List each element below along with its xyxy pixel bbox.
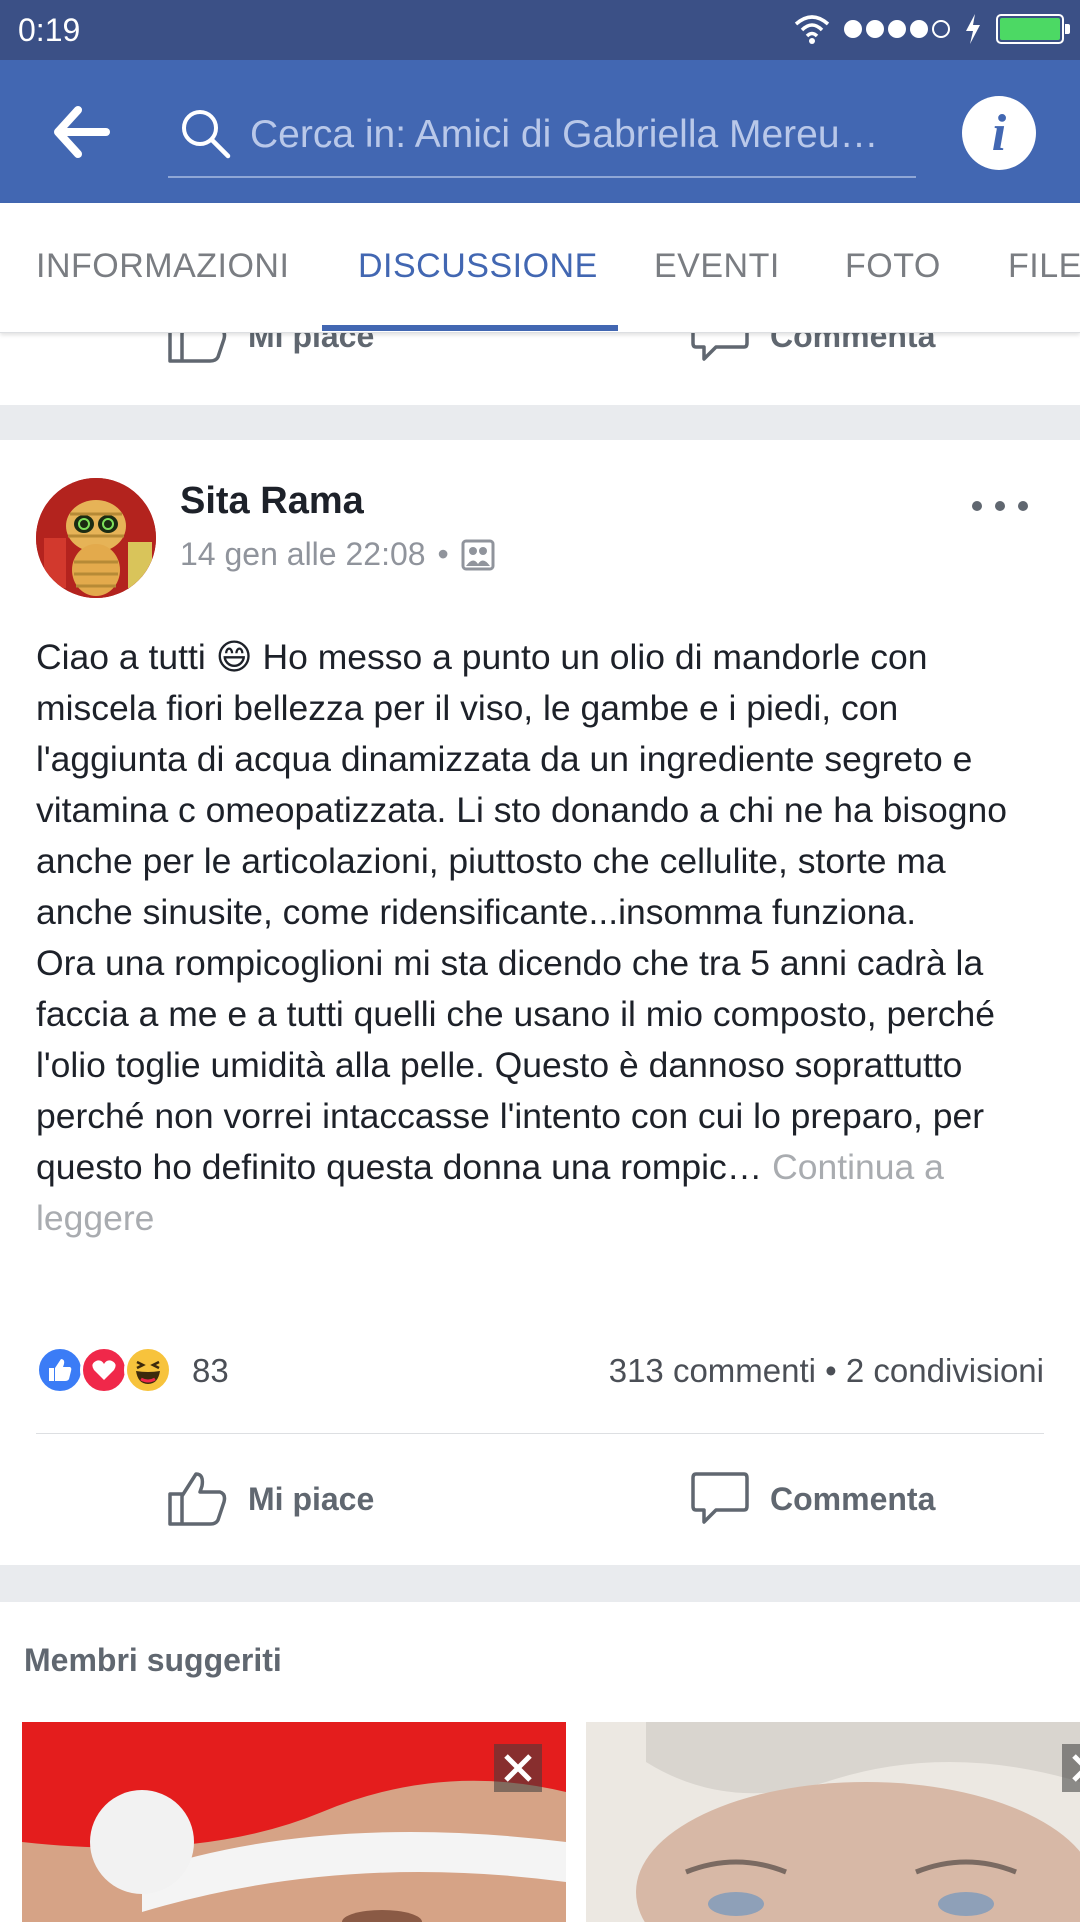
- post-body: Ciao a tutti 😄 Ho messo a punto un olio …: [36, 632, 1046, 1244]
- comments-count[interactable]: 313 commenti: [609, 1352, 816, 1389]
- member-photo: [586, 1722, 1080, 1922]
- suggested-member-card[interactable]: [586, 1722, 1080, 1922]
- suggested-member-card[interactable]: [22, 1722, 566, 1922]
- post-stats: 313 commenti • 2 condivisioni: [609, 1352, 1044, 1390]
- tab-foto[interactable]: FOTO: [845, 247, 941, 286]
- active-tab-indicator: [322, 325, 618, 331]
- tab-file[interactable]: FILE: [1008, 247, 1080, 286]
- thumbs-up-icon: [168, 1472, 227, 1526]
- post-text-start: Ciao a tutti: [36, 637, 216, 677]
- info-button[interactable]: i: [962, 96, 1036, 170]
- reactions-row: 83 313 commenti • 2 condivisioni: [36, 1340, 1044, 1400]
- tab-informazioni[interactable]: INFORMAZIONI: [36, 247, 289, 286]
- back-button[interactable]: [52, 104, 112, 160]
- previous-comment-label: Commenta: [770, 333, 936, 354]
- previous-comment-button[interactable]: Commenta: [690, 333, 935, 365]
- like-label: Mi piace: [248, 1480, 375, 1517]
- search-input[interactable]: [250, 100, 900, 170]
- charging-icon: [966, 14, 980, 44]
- info-icon: i: [991, 104, 1007, 162]
- group-tabs: INFORMAZIONI DISCUSSIONE EVENTI FOTO FIL…: [0, 203, 1080, 333]
- love-reaction-icon: [80, 1346, 128, 1394]
- feed-divider: [0, 405, 1080, 440]
- member-photo: [22, 1722, 566, 1922]
- haha-reaction-icon: [124, 1346, 172, 1394]
- reaction-count[interactable]: 83: [192, 1352, 229, 1390]
- comment-bubble-icon: [691, 333, 749, 361]
- back-arrow-icon: [54, 106, 110, 158]
- dismiss-suggestion-button[interactable]: [494, 1744, 542, 1792]
- meta-separator: •: [437, 536, 449, 572]
- shares-count[interactable]: • 2 condivisioni: [825, 1352, 1044, 1389]
- post-timestamp[interactable]: 14 gen alle 22:08: [180, 536, 426, 573]
- status-time: 0:19: [18, 12, 81, 48]
- actions-separator: [36, 1433, 1044, 1434]
- post-author-name[interactable]: Sita Rama: [180, 480, 364, 523]
- suggested-members-section: Membri suggeriti: [0, 1602, 1080, 1922]
- search-icon: [182, 110, 231, 159]
- comment-button[interactable]: Commenta: [690, 1470, 935, 1528]
- like-reaction-icon: [36, 1346, 84, 1394]
- post-options-button[interactable]: [972, 496, 1028, 516]
- previous-like-button[interactable]: Mi piace: [166, 333, 374, 365]
- comment-bubble-icon: [691, 1472, 749, 1524]
- tab-discussione[interactable]: DISCUSSIONE: [358, 247, 598, 286]
- thumbs-up-icon: [168, 333, 227, 363]
- close-icon: [504, 1754, 532, 1782]
- comment-label: Commenta: [770, 1480, 936, 1517]
- author-avatar[interactable]: [36, 478, 156, 598]
- app-bar: i: [0, 60, 1080, 203]
- feed-post: Sita Rama 14 gen alle 22:08 • Ciao a tut…: [0, 440, 1080, 1565]
- tab-eventi[interactable]: EVENTI: [654, 247, 780, 286]
- post-meta: 14 gen alle 22:08 •: [180, 536, 495, 573]
- reaction-icons[interactable]: [36, 1346, 172, 1394]
- status-bar: 0:19: [0, 0, 1080, 60]
- feed-divider: [0, 1565, 1080, 1602]
- suggested-members-title: Membri suggeriti: [24, 1642, 282, 1678]
- group-audience-icon: [461, 539, 495, 570]
- search-bar[interactable]: [168, 100, 916, 178]
- grinning-emoji: 😄: [215, 637, 253, 677]
- previous-post-actions: Mi piace Commenta: [0, 333, 1080, 405]
- post-text: Ho messo a punto un olio di mandorle con…: [36, 637, 1007, 1187]
- dismiss-suggestion-button[interactable]: [1062, 1744, 1080, 1792]
- wifi-icon: [794, 15, 830, 44]
- mummy-toy-image: [36, 478, 156, 598]
- like-button[interactable]: Mi piace: [166, 1470, 374, 1528]
- close-icon: [1072, 1754, 1080, 1782]
- previous-like-label: Mi piace: [248, 333, 375, 354]
- signal-icon: [844, 20, 950, 38]
- status-icons: [794, 14, 1070, 44]
- battery-icon: [996, 14, 1070, 44]
